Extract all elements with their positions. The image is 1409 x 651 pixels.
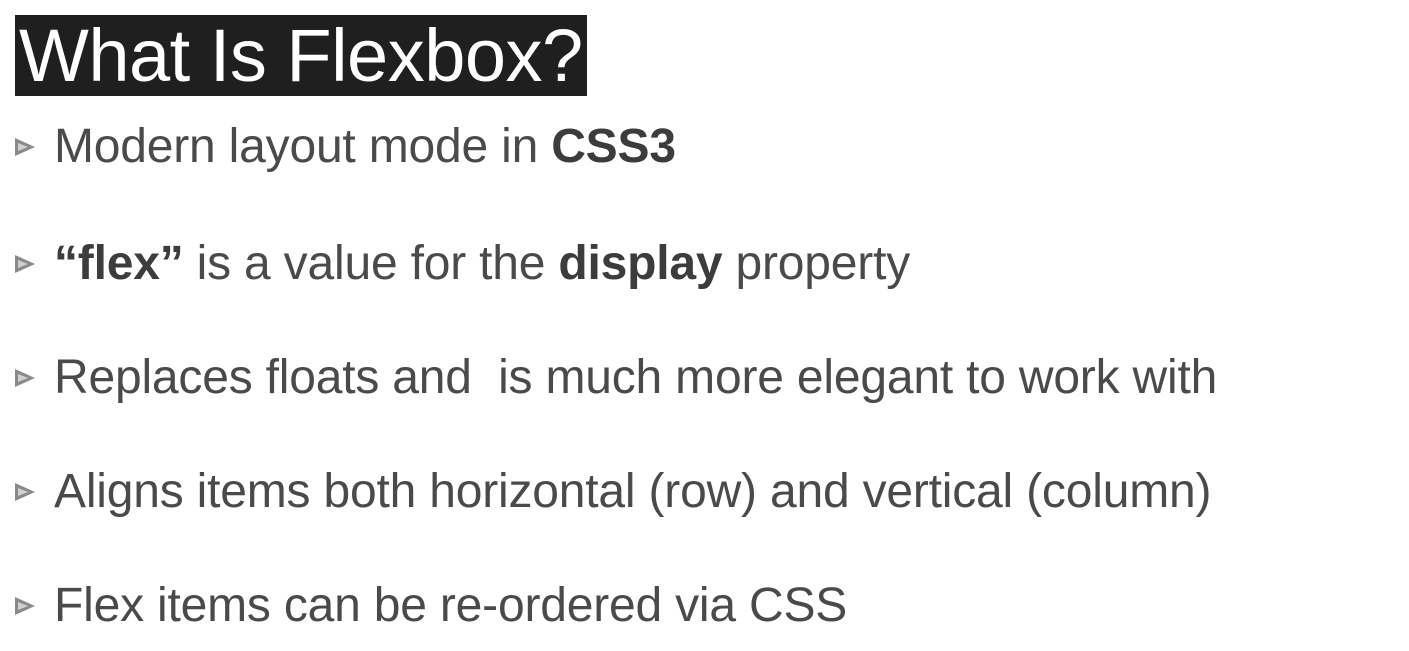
bullet-text-bold: display — [558, 237, 723, 290]
bullet-text-part: Modern layout mode in — [54, 120, 552, 173]
triangle-bullet-icon — [15, 597, 35, 615]
bullet-item: Replaces floats and is much more elegant… — [12, 348, 1217, 408]
triangle-bullet-icon — [15, 255, 35, 273]
triangle-bullet-icon — [15, 369, 35, 387]
bullet-item: Flex items can be re-ordered via CSS — [12, 576, 847, 636]
bullet-text-part: Replaces floats and is much more elegant… — [54, 351, 1218, 404]
bullet-text-part: Aligns items both horizontal (row) and v… — [54, 465, 1212, 518]
triangle-bullet-icon — [15, 138, 35, 156]
bullet-list: Modern layout mode in CSS3 “flex” is a v… — [12, 0, 1407, 651]
bullet-text-part: is a value for the — [183, 237, 559, 290]
bullet-text-bold: “flex” — [54, 237, 184, 290]
triangle-bullet-icon — [15, 483, 35, 501]
bullet-item: Modern layout mode in CSS3 — [12, 117, 676, 177]
bullet-text-part: property — [722, 237, 911, 290]
bullet-item: Aligns items both horizontal (row) and v… — [12, 462, 1211, 522]
bullet-text-part: Flex items can be re-ordered via CSS — [54, 579, 848, 632]
bullet-item: “flex” is a value for the display proper… — [12, 234, 910, 294]
bullet-text-bold: CSS3 — [551, 120, 676, 173]
